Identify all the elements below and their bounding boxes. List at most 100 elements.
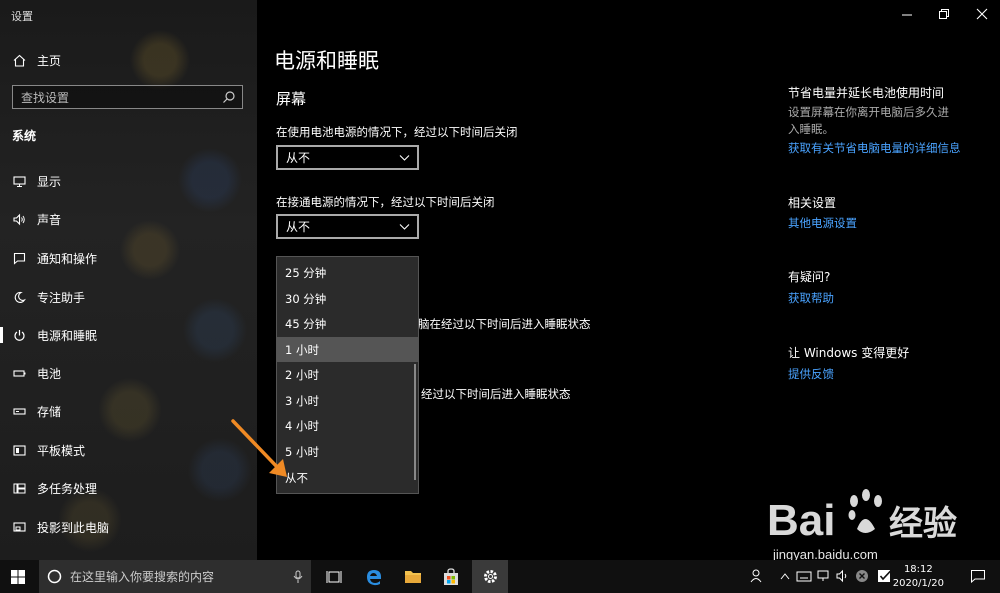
- dropdown-option[interactable]: 2 小时: [277, 362, 418, 387]
- folder-icon: [405, 571, 421, 583]
- search-icon: [222, 90, 236, 107]
- taskbar-search-placeholder: 在这里输入你要搜索的内容: [70, 570, 215, 584]
- action-center-check-icon[interactable]: [877, 569, 893, 583]
- additional-power-settings-link[interactable]: 其他电源设置: [788, 215, 857, 231]
- improve-windows-heading: 让 Windows 变得更好: [788, 346, 910, 360]
- start-button[interactable]: [0, 560, 36, 593]
- get-help-link[interactable]: 获取帮助: [788, 290, 834, 306]
- cortana-circle-icon: [47, 569, 62, 584]
- plugged-screen-select[interactable]: 从不: [276, 214, 419, 239]
- store-app[interactable]: [433, 560, 469, 593]
- dropdown-option[interactable]: 4 小时: [277, 413, 418, 438]
- monitor-icon: [12, 174, 26, 188]
- chevron-up-icon[interactable]: [780, 572, 790, 580]
- sidebar-item-label: 显示: [37, 174, 62, 189]
- section-label-system: 系统: [12, 129, 37, 143]
- svg-text:经验: 经验: [889, 504, 957, 544]
- sidebar-item-home[interactable]: 主页: [0, 42, 257, 78]
- sidebar-item-label: 声音: [37, 212, 62, 227]
- feedback-link[interactable]: 提供反馈: [788, 366, 834, 382]
- system-clock[interactable]: 18:12 2020/1/20: [893, 563, 944, 591]
- chevron-down-icon: [399, 221, 410, 235]
- gear-icon: [483, 570, 497, 583]
- sidebar-item-display[interactable]: 显示: [0, 163, 257, 199]
- error-icon[interactable]: [855, 569, 869, 583]
- power-icon: [12, 328, 26, 342]
- timeout-dropdown-list[interactable]: 25 分钟 30 分钟 45 分钟 1 小时 2 小时 3 小时 4 小时 5 …: [276, 256, 419, 494]
- dropdown-option[interactable]: 3 小时: [277, 388, 418, 413]
- close-icon: [976, 8, 988, 20]
- select-value: 从不: [286, 151, 311, 165]
- save-power-link[interactable]: 获取有关节省电脑电量的详细信息: [788, 140, 961, 156]
- dropdown-scrollbar[interactable]: [414, 364, 416, 480]
- save-power-text: 设置屏幕在你离开电脑后多久进入睡眠。: [788, 105, 949, 136]
- sidebar-item-sound[interactable]: 声音: [0, 201, 257, 237]
- sidebar-item-battery[interactable]: 电池: [0, 355, 257, 391]
- tablet-icon: [12, 443, 26, 457]
- sidebar-item-multitasking[interactable]: 多任务处理: [0, 470, 257, 506]
- search-input[interactable]: 查找设置: [12, 85, 243, 109]
- task-view-icon: [326, 570, 342, 583]
- sidebar-item-storage[interactable]: 存储: [0, 393, 257, 429]
- related-settings-heading: 相关设置: [788, 196, 837, 210]
- windows-logo-icon: [11, 569, 25, 584]
- taskbar: 在这里输入你要搜索的内容 18:12 2020/1/20: [0, 560, 1000, 593]
- close-button[interactable]: [975, 6, 989, 20]
- microphone-icon: [293, 570, 303, 583]
- file-explorer-app[interactable]: [395, 560, 431, 593]
- storage-icon: [12, 404, 26, 418]
- svg-text:Bai: Bai: [767, 496, 835, 545]
- sidebar-item-notifications[interactable]: 通知和操作: [0, 240, 257, 276]
- chevron-down-icon: [399, 152, 410, 166]
- store-icon: [444, 567, 458, 585]
- volume-icon[interactable]: [836, 569, 850, 583]
- section-heading-screen: 屏幕: [276, 90, 307, 108]
- dropdown-option[interactable]: 30 分钟: [277, 286, 418, 311]
- keyboard-icon[interactable]: [796, 569, 812, 583]
- dropdown-option[interactable]: 5 小时: [277, 439, 418, 464]
- sidebar-item-label: 存储: [37, 404, 62, 419]
- sidebar-item-label: 主页: [37, 53, 62, 68]
- dropdown-option-selected[interactable]: 1 小时: [277, 337, 418, 362]
- sidebar-item-label: 专注助手: [37, 290, 86, 305]
- sidebar-item-label: 电池: [37, 366, 62, 381]
- annotation-arrow-icon: [231, 419, 287, 477]
- multitask-icon: [12, 481, 26, 495]
- task-view-button[interactable]: [316, 560, 352, 593]
- minimize-button[interactable]: [900, 6, 914, 20]
- dropdown-option[interactable]: 从不: [277, 465, 418, 490]
- maximize-button[interactable]: [937, 6, 951, 20]
- clock-date: 2020/1/20: [892, 578, 944, 589]
- network-icon[interactable]: [816, 569, 830, 583]
- dropdown-option[interactable]: 45 分钟: [277, 311, 418, 336]
- app-title: 设置: [11, 10, 33, 23]
- settings-app[interactable]: [472, 560, 508, 593]
- search-placeholder: 查找设置: [21, 90, 70, 105]
- sidebar-item-label: 通知和操作: [37, 251, 98, 266]
- sidebar-item-label: 投影到此电脑: [37, 520, 110, 535]
- sidebar-item-tablet-mode[interactable]: 平板模式: [0, 432, 257, 468]
- battery-screen-select[interactable]: 从不: [276, 145, 419, 170]
- moon-icon: [12, 290, 26, 304]
- sidebar: 设置 主页 查找设置 系统 显示 声音 通知和操作 专注助手 电源和睡眠 电池: [0, 0, 257, 560]
- home-icon: [12, 53, 26, 67]
- save-power-heading: 节省电量并延长电池使用时间: [788, 86, 945, 100]
- notification-icon: [12, 251, 26, 265]
- select-value: 从不: [286, 220, 311, 234]
- sleep-battery-label: 脑在经过以下时间后进入睡眠状态: [418, 317, 591, 331]
- taskbar-search-input[interactable]: 在这里输入你要搜索的内容: [39, 560, 311, 593]
- sidebar-item-label: 平板模式: [37, 443, 86, 458]
- sidebar-item-label: 多任务处理: [37, 481, 98, 496]
- sidebar-item-project[interactable]: 投影到此电脑: [0, 509, 257, 545]
- notification-center-icon[interactable]: [970, 569, 986, 583]
- battery-screen-label: 在使用电池电源的情况下，经过以下时间后关闭: [276, 125, 518, 139]
- edge-app[interactable]: [356, 560, 392, 593]
- sleep-plugged-label: 经过以下时间后进入睡眠状态: [421, 387, 571, 401]
- dropdown-option[interactable]: 25 分钟: [277, 260, 418, 285]
- sidebar-item-focus-assist[interactable]: 专注助手: [0, 279, 257, 315]
- people-icon[interactable]: [750, 569, 766, 584]
- clock-time: 18:12: [903, 564, 933, 575]
- page-title: 电源和睡眠: [274, 49, 379, 73]
- sidebar-item-power-sleep[interactable]: 电源和睡眠: [0, 317, 257, 353]
- edge-icon: [367, 569, 381, 585]
